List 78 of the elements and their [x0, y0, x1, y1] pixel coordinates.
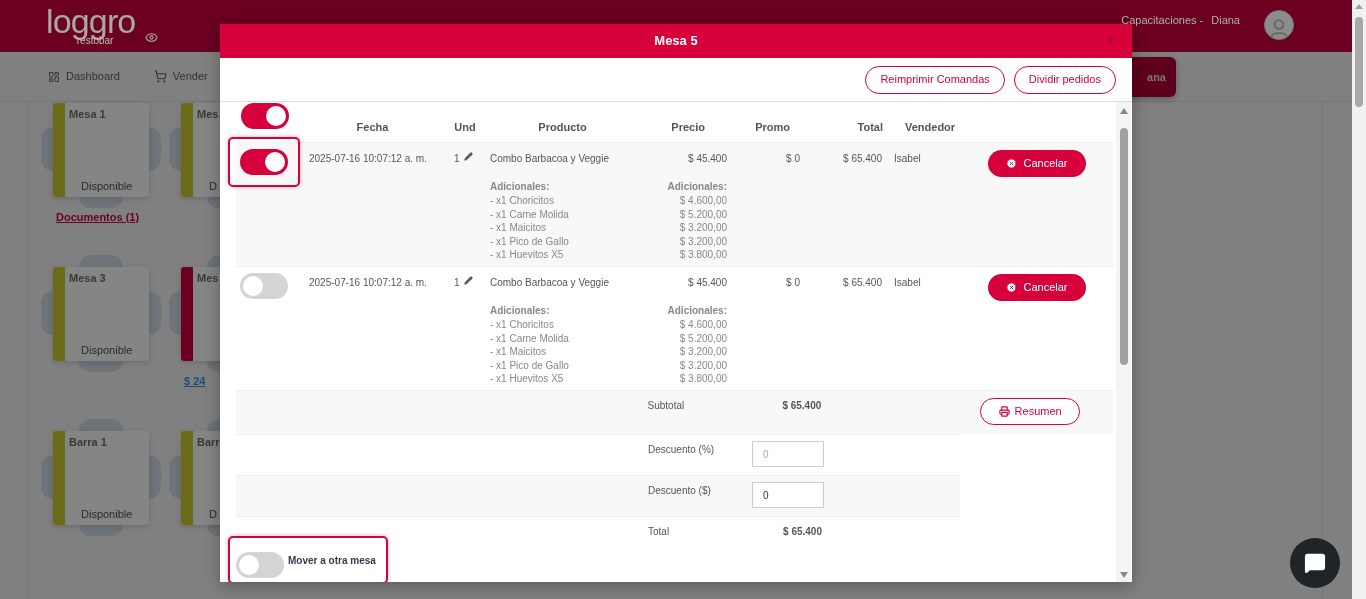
table-status: Disponible: [81, 178, 133, 194]
total-cell-text: $ 65.400: [842, 276, 883, 290]
table-name: Mes: [197, 271, 220, 286]
extras-label: Adicionales:: [490, 180, 551, 194]
column-header: Promo: [754, 119, 791, 135]
table-card[interactable]: Barra 1 Disponible: [53, 431, 149, 525]
column-header: Und: [453, 119, 477, 135]
column-header: Total: [856, 119, 884, 135]
column-header: Vendedor: [904, 119, 957, 135]
extra-price: $ 3.200,00: [679, 221, 727, 235]
table-status: Disponible: [81, 342, 133, 358]
user-name: Diana: [1211, 14, 1240, 27]
date-cell-text: 2025-07-16 10:07:12 a. m.: [308, 276, 428, 290]
summary-button[interactable]: Resumen: [980, 398, 1081, 425]
column-header: Fecha: [355, 119, 390, 135]
summary-value: $ 65.400: [781, 399, 822, 413]
table-card[interactable]: Mesa 3 Disponible: [53, 267, 149, 361]
modal-title: Mesa 5: [654, 32, 698, 51]
extra-price: $ 3.800,00: [679, 372, 727, 386]
table-name: Barra 1: [69, 435, 108, 450]
extras-label: Adicionales:: [667, 304, 727, 318]
seller-cell-text: Isabel: [893, 276, 922, 290]
nav-link[interactable]: Vender: [153, 68, 208, 85]
cancel-button[interactable]: Cancelar: [988, 150, 1086, 177]
promo-cell-text: $ 0: [785, 276, 800, 290]
column-header: Precio: [670, 119, 706, 135]
table-name: Mes: [197, 107, 220, 122]
extra-price: $ 3.200,00: [679, 358, 727, 372]
date-cell-text: 2025-07-16 10:07:12 a. m.: [308, 152, 428, 166]
extra-price: $ 4.600,00: [679, 194, 727, 208]
seller-cell-text: Isabel: [893, 152, 922, 166]
extra-item: - x1 Pico de Gallo: [490, 234, 570, 248]
extra-item: - x1 Maicitos: [490, 221, 548, 235]
promo-cell-text: $ 0: [785, 152, 800, 166]
extra-price: $ 3.200,00: [679, 345, 727, 359]
company-name: Capacitaciones -: [1121, 14, 1204, 27]
cancel-button[interactable]: Cancelar: [988, 274, 1086, 301]
summary-label: Total: [648, 525, 671, 538]
extra-item: - x1 Choricitos: [490, 194, 555, 208]
table-card[interactable]: Mesa 1 Disponible: [53, 103, 149, 197]
extras-label: Adicionales:: [490, 304, 551, 318]
table-name: Barr: [197, 435, 221, 450]
table-name: Mesa 1: [69, 107, 107, 122]
table-status: Disponible: [81, 506, 133, 522]
extras-label: Adicionales:: [667, 180, 727, 194]
extra-price: $ 3.800,00: [679, 248, 727, 262]
discount-percent-field[interactable]: 0: [752, 441, 824, 467]
summary-value: $ 65.400: [782, 525, 822, 538]
table-status: D: [209, 506, 217, 522]
discount-amount-field[interactable]: 0: [752, 482, 824, 508]
extra-price: $ 3.200,00: [679, 234, 727, 248]
extra-item: - x1 Carne Molida: [490, 207, 570, 221]
summary-label: Descuento ($): [648, 484, 712, 498]
product-name: Combo Barbacoa y Veggie: [490, 152, 610, 166]
extra-price: $ 4.600,00: [679, 318, 727, 332]
extra-price: $ 5.200,00: [679, 331, 727, 345]
documents-link[interactable]: Documentos (1): [56, 209, 140, 226]
move-label: Mover a otra mesa: [288, 553, 376, 568]
summary-label: Subtotal: [647, 399, 686, 413]
extra-item: - x1 Pico de Gallo: [490, 358, 570, 372]
price-cell-text: $ 45.400: [688, 152, 727, 166]
extra-item: - x1 Huevitos X5: [490, 372, 565, 386]
extra-item: - x1 Carne Molida: [490, 331, 570, 345]
nav-link[interactable]: Dashboard: [48, 68, 120, 85]
quantity-cell-text: 1: [454, 276, 460, 290]
product-name: Combo Barbacoa y Veggie: [490, 276, 610, 290]
amount-link[interactable]: $ 24: [184, 373, 206, 390]
table-name: Mesa 3: [69, 271, 107, 286]
extra-item: - x1 Huevitos X5: [490, 248, 565, 262]
extra-price: $ 5.200,00: [679, 207, 727, 221]
extra-item: - x1 Choricitos: [490, 318, 555, 332]
quantity-cell-text: 1: [454, 152, 460, 166]
column-header: Producto: [537, 119, 588, 135]
extra-item: - x1 Maicitos: [490, 345, 548, 359]
table-status: D: [209, 178, 217, 194]
summary-label: Descuento (%): [648, 443, 716, 457]
price-cell-text: $ 45.400: [688, 276, 727, 290]
total-cell-text: $ 65.400: [842, 152, 883, 166]
